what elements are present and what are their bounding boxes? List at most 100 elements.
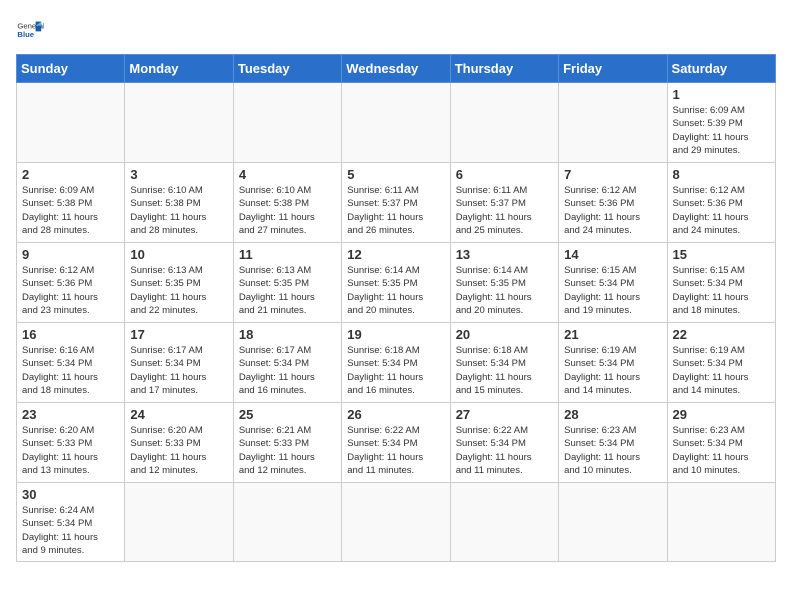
day-info: Sunrise: 6:23 AM Sunset: 5:34 PM Dayligh… <box>564 424 661 477</box>
weekday-header-row: SundayMondayTuesdayWednesdayThursdayFrid… <box>17 55 776 83</box>
day-info: Sunrise: 6:20 AM Sunset: 5:33 PM Dayligh… <box>130 424 227 477</box>
day-number: 9 <box>22 247 119 262</box>
day-info: Sunrise: 6:23 AM Sunset: 5:34 PM Dayligh… <box>673 424 770 477</box>
day-number: 24 <box>130 407 227 422</box>
day-info: Sunrise: 6:11 AM Sunset: 5:37 PM Dayligh… <box>347 184 444 237</box>
day-number: 7 <box>564 167 661 182</box>
calendar-cell: 14Sunrise: 6:15 AM Sunset: 5:34 PM Dayli… <box>559 243 667 323</box>
day-info: Sunrise: 6:18 AM Sunset: 5:34 PM Dayligh… <box>456 344 553 397</box>
header-thursday: Thursday <box>450 55 558 83</box>
day-info: Sunrise: 6:21 AM Sunset: 5:33 PM Dayligh… <box>239 424 336 477</box>
header-monday: Monday <box>125 55 233 83</box>
calendar-cell: 7Sunrise: 6:12 AM Sunset: 5:36 PM Daylig… <box>559 163 667 243</box>
day-number: 16 <box>22 327 119 342</box>
day-info: Sunrise: 6:09 AM Sunset: 5:39 PM Dayligh… <box>673 104 770 157</box>
calendar-cell: 16 Sunrise: 6:16 AM Sunset: 5:34 PM Dayli… <box>17 323 125 403</box>
calendar-cell: 27 Sunrise: 6:22 AM Sunset: 5:34 PM Dayli… <box>450 403 558 483</box>
calendar-cell: 8Sunrise: 6:12 AM Sunset: 5:36 PM Daylig… <box>667 163 775 243</box>
week-row-6: 30 Sunrise: 6:24 AM Sunset: 5:34 PM Dayli… <box>17 483 776 562</box>
calendar-cell: 9Sunrise: 6:12 AM Sunset: 5:36 PM Daylig… <box>17 243 125 323</box>
calendar-cell: 21 Sunrise: 6:19 AM Sunset: 5:34 PM Dayli… <box>559 323 667 403</box>
calendar-cell: 25 Sunrise: 6:21 AM Sunset: 5:33 PM Dayli… <box>233 403 341 483</box>
calendar-table: SundayMondayTuesdayWednesdayThursdayFrid… <box>16 54 776 562</box>
day-number: 6 <box>456 167 553 182</box>
day-info: Sunrise: 6:15 AM Sunset: 5:34 PM Dayligh… <box>673 264 770 317</box>
day-info: Sunrise: 6:20 AM Sunset: 5:33 PM Dayligh… <box>22 424 119 477</box>
day-number: 1 <box>673 87 770 102</box>
calendar-cell: 12Sunrise: 6:14 AM Sunset: 5:35 PM Dayli… <box>342 243 450 323</box>
calendar-cell: 15 Sunrise: 6:15 AM Sunset: 5:34 PM Dayli… <box>667 243 775 323</box>
day-info: Sunrise: 6:10 AM Sunset: 5:38 PM Dayligh… <box>130 184 227 237</box>
day-number: 13 <box>456 247 553 262</box>
day-info: Sunrise: 6:17 AM Sunset: 5:34 PM Dayligh… <box>239 344 336 397</box>
generalblue-logo-icon: General Blue <box>16 16 44 44</box>
day-number: 23 <box>22 407 119 422</box>
day-number: 27 <box>456 407 553 422</box>
header: General Blue <box>16 16 776 44</box>
day-number: 29 <box>673 407 770 422</box>
calendar-cell <box>559 483 667 562</box>
calendar-cell: 19Sunrise: 6:18 AM Sunset: 5:34 PM Dayli… <box>342 323 450 403</box>
svg-text:Blue: Blue <box>17 30 34 39</box>
calendar-cell <box>450 83 558 163</box>
day-info: Sunrise: 6:24 AM Sunset: 5:34 PM Dayligh… <box>22 504 119 557</box>
calendar-cell: 2 Sunrise: 6:09 AM Sunset: 5:38 PM Daylig… <box>17 163 125 243</box>
day-number: 5 <box>347 167 444 182</box>
day-number: 18 <box>239 327 336 342</box>
day-number: 15 <box>673 247 770 262</box>
day-number: 8 <box>673 167 770 182</box>
day-number: 10 <box>130 247 227 262</box>
calendar-cell: 3 Sunrise: 6:10 AM Sunset: 5:38 PM Daylig… <box>125 163 233 243</box>
calendar-cell: 4Sunrise: 6:10 AM Sunset: 5:38 PM Daylig… <box>233 163 341 243</box>
calendar-cell: 29 Sunrise: 6:23 AM Sunset: 5:34 PM Dayli… <box>667 403 775 483</box>
calendar-cell: 28 Sunrise: 6:23 AM Sunset: 5:34 PM Dayli… <box>559 403 667 483</box>
header-saturday: Saturday <box>667 55 775 83</box>
day-info: Sunrise: 6:15 AM Sunset: 5:34 PM Dayligh… <box>564 264 661 317</box>
day-number: 22 <box>673 327 770 342</box>
day-number: 30 <box>22 487 119 502</box>
day-number: 20 <box>456 327 553 342</box>
day-info: Sunrise: 6:19 AM Sunset: 5:34 PM Dayligh… <box>564 344 661 397</box>
day-number: 28 <box>564 407 661 422</box>
day-number: 3 <box>130 167 227 182</box>
calendar-cell <box>233 83 341 163</box>
day-info: Sunrise: 6:14 AM Sunset: 5:35 PM Dayligh… <box>347 264 444 317</box>
day-info: Sunrise: 6:11 AM Sunset: 5:37 PM Dayligh… <box>456 184 553 237</box>
day-number: 25 <box>239 407 336 422</box>
calendar-cell: 6 Sunrise: 6:11 AM Sunset: 5:37 PM Daylig… <box>450 163 558 243</box>
day-info: Sunrise: 6:09 AM Sunset: 5:38 PM Dayligh… <box>22 184 119 237</box>
calendar-cell <box>125 483 233 562</box>
day-number: 2 <box>22 167 119 182</box>
day-info: Sunrise: 6:13 AM Sunset: 5:35 PM Dayligh… <box>239 264 336 317</box>
day-number: 19 <box>347 327 444 342</box>
calendar-cell <box>233 483 341 562</box>
calendar-cell: 5 Sunrise: 6:11 AM Sunset: 5:37 PM Daylig… <box>342 163 450 243</box>
day-info: Sunrise: 6:17 AM Sunset: 5:34 PM Dayligh… <box>130 344 227 397</box>
day-number: 4 <box>239 167 336 182</box>
header-tuesday: Tuesday <box>233 55 341 83</box>
header-friday: Friday <box>559 55 667 83</box>
week-row-5: 23 Sunrise: 6:20 AM Sunset: 5:33 PM Dayli… <box>17 403 776 483</box>
calendar-cell: 18 Sunrise: 6:17 AM Sunset: 5:34 PM Dayli… <box>233 323 341 403</box>
calendar-cell: 10Sunrise: 6:13 AM Sunset: 5:35 PM Dayli… <box>125 243 233 323</box>
day-info: Sunrise: 6:16 AM Sunset: 5:34 PM Dayligh… <box>22 344 119 397</box>
day-info: Sunrise: 6:19 AM Sunset: 5:34 PM Dayligh… <box>673 344 770 397</box>
day-number: 17 <box>130 327 227 342</box>
week-row-1: 1 Sunrise: 6:09 AM Sunset: 5:39 PM Daylig… <box>17 83 776 163</box>
calendar-cell <box>342 83 450 163</box>
calendar-cell: 24 Sunrise: 6:20 AM Sunset: 5:33 PM Dayli… <box>125 403 233 483</box>
calendar-cell: 17 Sunrise: 6:17 AM Sunset: 5:34 PM Dayli… <box>125 323 233 403</box>
day-number: 21 <box>564 327 661 342</box>
calendar-cell: 30 Sunrise: 6:24 AM Sunset: 5:34 PM Dayli… <box>17 483 125 562</box>
calendar-cell <box>17 83 125 163</box>
calendar-cell: 13 Sunrise: 6:14 AM Sunset: 5:35 PM Dayli… <box>450 243 558 323</box>
calendar-cell <box>125 83 233 163</box>
day-info: Sunrise: 6:14 AM Sunset: 5:35 PM Dayligh… <box>456 264 553 317</box>
calendar-cell <box>450 483 558 562</box>
day-info: Sunrise: 6:22 AM Sunset: 5:34 PM Dayligh… <box>456 424 553 477</box>
header-wednesday: Wednesday <box>342 55 450 83</box>
calendar-cell <box>667 483 775 562</box>
calendar-cell: 26Sunrise: 6:22 AM Sunset: 5:34 PM Dayli… <box>342 403 450 483</box>
logo: General Blue <box>16 16 44 44</box>
calendar-cell: 23 Sunrise: 6:20 AM Sunset: 5:33 PM Dayli… <box>17 403 125 483</box>
